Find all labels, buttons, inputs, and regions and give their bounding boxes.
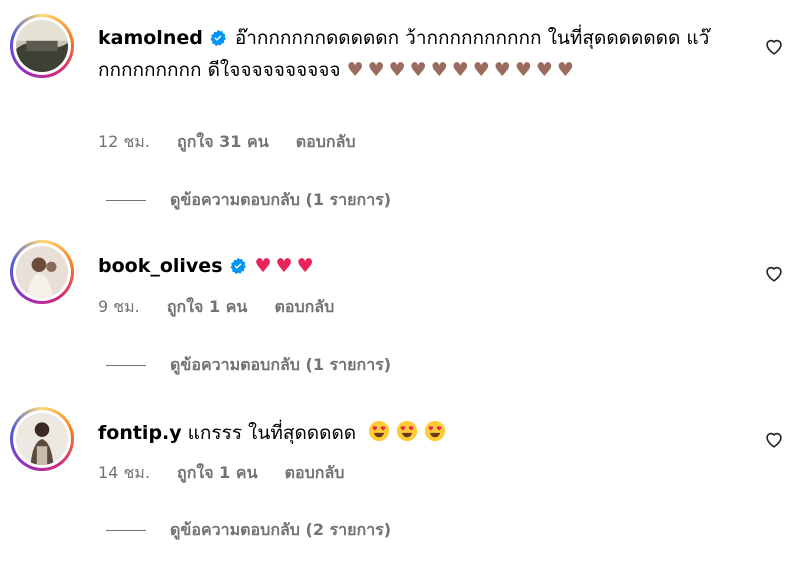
comment-time[interactable]: 9 ชม.	[98, 297, 140, 316]
view-replies-label: ดูข้อความตอบกลับ (1 รายการ)	[170, 355, 392, 374]
avatar-image-icon	[16, 413, 68, 465]
heart-eyes-emoji	[425, 420, 446, 442]
comment-likes[interactable]: ถูกใจ 31 คน	[177, 132, 269, 151]
pink-heart-emojis: ♥♥♥	[254, 255, 318, 277]
comments-list: kamolned อ๊ากกกกกกดดดดดก ว้ากกกกกกกกกก ใน…	[0, 0, 800, 573]
heart-eyes-emojis	[368, 420, 452, 444]
comment-meta: 12 ชม. ถูกใจ 31 คน ตอบกลับ	[98, 130, 378, 155]
heart-eyes-emoji	[397, 420, 418, 442]
comment-time[interactable]: 12 ชม.	[98, 132, 150, 151]
comment-meta: 14 ชม. ถูกใจ 1 คน ตอบกลับ	[98, 461, 366, 486]
avatar-image-icon	[16, 246, 68, 298]
view-replies-button[interactable]: ดูข้อความตอบกลับ (2 รายการ)	[106, 518, 391, 543]
avatar[interactable]	[10, 240, 74, 304]
view-replies-button[interactable]: ดูข้อความตอบกลับ (1 รายการ)	[106, 188, 391, 213]
heart-outline-icon[interactable]	[763, 262, 785, 284]
avatar-image-icon	[16, 20, 68, 72]
comment-likes[interactable]: ถูกใจ 1 คน	[167, 297, 247, 316]
view-replies-label: ดูข้อความตอบกลับ (2 รายการ)	[170, 520, 392, 539]
heart-outline-icon[interactable]	[763, 428, 785, 450]
comment-body: kamolned อ๊ากกกกกกดดดดดก ว้ากกกกกกกกกก ใน…	[98, 22, 730, 86]
comment-body: book_olives ♥♥♥	[98, 250, 730, 282]
reply-button[interactable]: ตอบกลับ	[296, 132, 356, 151]
comment-username[interactable]: kamolned	[98, 27, 203, 49]
comment-meta: 9 ชม. ถูกใจ 1 คน ตอบกลับ	[98, 295, 356, 320]
divider-line	[106, 365, 146, 366]
comment-username[interactable]: fontip.y	[98, 422, 182, 444]
reply-button[interactable]: ตอบกลับ	[285, 463, 345, 482]
heart-outline-icon[interactable]	[763, 35, 785, 57]
comment-text: แกรรร ในที่สุดดดดด	[187, 422, 357, 444]
view-replies-label: ดูข้อความตอบกลับ (1 รายการ)	[170, 190, 392, 209]
view-replies-button[interactable]: ดูข้อความตอบกลับ (1 รายการ)	[106, 353, 391, 378]
divider-line	[106, 200, 146, 201]
verified-badge-icon	[229, 257, 247, 275]
reply-button[interactable]: ตอบกลับ	[274, 297, 334, 316]
comment-body: fontip.y แกรรร ในที่สุดดดดด	[98, 417, 730, 449]
comment-username[interactable]: book_olives	[98, 255, 223, 277]
avatar[interactable]	[10, 407, 74, 471]
comment-time[interactable]: 14 ชม.	[98, 463, 150, 482]
avatar[interactable]	[10, 14, 74, 78]
comment-likes[interactable]: ถูกใจ 1 คน	[177, 463, 257, 482]
divider-line	[106, 530, 146, 531]
verified-badge-icon	[209, 29, 227, 47]
brown-heart-emojis: ♥♥♥♥♥♥♥♥♥♥♥	[346, 59, 578, 81]
heart-eyes-emoji	[369, 420, 390, 442]
